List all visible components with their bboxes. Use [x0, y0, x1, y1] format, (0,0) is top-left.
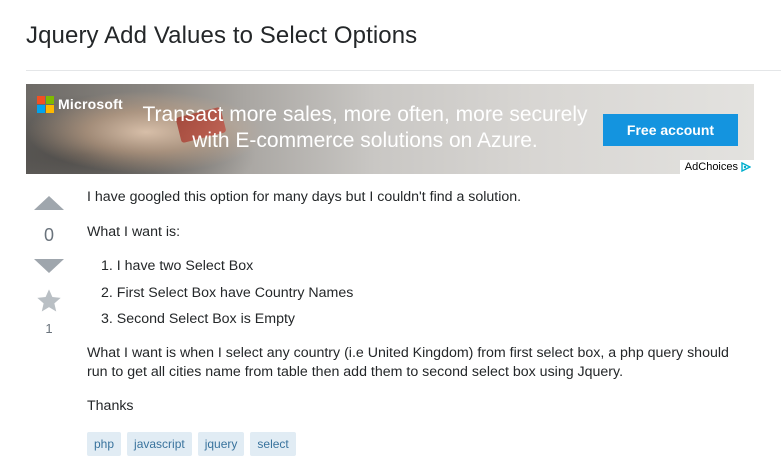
ad-headline-line-1: Transact more sales, more often, more se… — [142, 103, 588, 126]
favorite-count: 1 — [45, 321, 53, 336]
body-paragraph-3: What I want is when I select any country… — [87, 345, 729, 380]
question-title[interactable]: Jquery Add Values to Select Options — [26, 22, 417, 50]
post-tags: php javascript jquery select — [87, 432, 296, 456]
free-account-button[interactable]: Free account — [603, 114, 738, 146]
upvote-arrow-icon[interactable] — [34, 196, 64, 210]
microsoft-logo: Microsoft — [37, 96, 123, 113]
ad-headline-line-2: with E-commerce solutions on Azure. — [192, 129, 538, 152]
ad-headline: Transact more sales, more often, more se… — [130, 102, 600, 154]
adchoices-label: AdChoices — [684, 161, 738, 173]
list-item: 3. Second Select Box is Empty — [101, 311, 295, 327]
list-item: 2. First Select Box have Country Names — [101, 284, 354, 301]
body-paragraph-1: I have googled this option for many days… — [87, 189, 522, 205]
tag-php[interactable]: php — [87, 432, 122, 456]
tag-select[interactable]: select — [250, 432, 296, 456]
body-ordered-list: 1. I have two Select Box 2. First Select… — [101, 257, 353, 337]
list-item: 1. I have two Select Box — [101, 258, 254, 274]
adchoices-link[interactable]: AdChoices — [679, 160, 754, 174]
microsoft-logo-icon — [37, 96, 54, 113]
body-paragraph-2: What I want is: — [87, 224, 181, 240]
body-paragraph-4: Thanks — [87, 398, 134, 414]
adchoices-icon — [741, 162, 751, 172]
ad-banner[interactable]: Microsoft Transact more sales, more ofte… — [26, 84, 754, 174]
tag-javascript[interactable]: javascript — [127, 432, 192, 456]
title-divider — [26, 70, 781, 71]
microsoft-brand-label: Microsoft — [58, 96, 123, 112]
downvote-arrow-icon[interactable] — [34, 259, 64, 273]
favorite-star-icon[interactable] — [35, 287, 63, 315]
vote-count: 0 — [43, 225, 54, 245]
tag-jquery[interactable]: jquery — [197, 432, 245, 456]
